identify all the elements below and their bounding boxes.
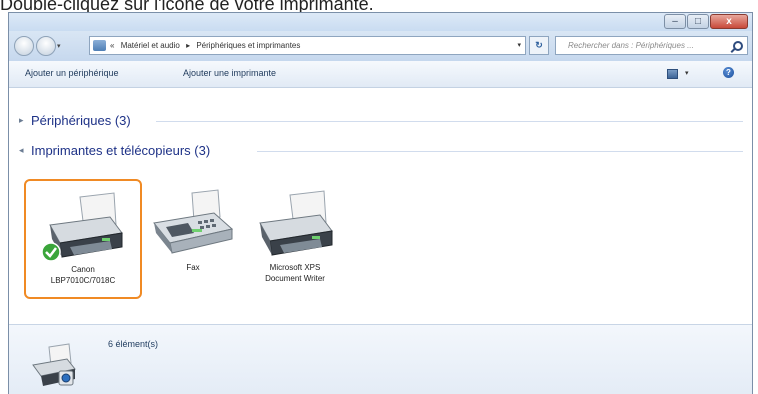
printer-name-line1: Microsoft XPS: [269, 263, 321, 272]
help-icon[interactable]: ?: [723, 67, 734, 78]
add-device-button[interactable]: Ajouter un périphérique: [25, 68, 119, 78]
printer-item-xps[interactable]: Microsoft XPS Document Writer: [236, 179, 354, 299]
breadcrumb-separator[interactable]: ▸: [186, 41, 190, 50]
printer-name: Canon LBP7010C/7018C: [26, 264, 140, 286]
printer-icon: [259, 190, 333, 256]
back-button[interactable]: [14, 36, 34, 56]
devices-printers-icon: [32, 343, 76, 386]
address-bar[interactable]: « Matériel et audio ▸ Périphériques et i…: [89, 36, 526, 55]
address-dropdown-icon[interactable]: ▾: [517, 37, 521, 54]
refresh-button[interactable]: ↻: [529, 36, 549, 55]
control-panel-icon: [93, 40, 106, 51]
group-label-printers: Imprimantes et télécopieurs (3): [31, 143, 211, 158]
printer-name-line1: Fax: [186, 263, 200, 272]
fax-icon: [153, 189, 234, 254]
views-icon[interactable]: [667, 69, 678, 79]
expand-arrow-icon[interactable]: ▸: [19, 115, 24, 126]
add-printer-button[interactable]: Ajouter une imprimante: [183, 68, 276, 78]
printer-item-canon[interactable]: Canon LBP7010C/7018C: [24, 179, 142, 299]
group-label-devices: Périphériques (3): [31, 113, 131, 128]
printer-name-line2: Document Writer: [265, 274, 325, 283]
minimize-button[interactable]: –: [664, 14, 686, 29]
close-button[interactable]: x: [710, 14, 748, 29]
maximize-button[interactable]: □: [687, 14, 709, 29]
printer-name-line1: Canon: [71, 265, 95, 274]
printer-name-line2: LBP7010C/7018C: [50, 276, 116, 285]
window-controls: – □ x: [663, 14, 748, 29]
views-dropdown-icon[interactable]: ▾: [685, 69, 689, 77]
recent-pages-dropdown-icon[interactable]: ▾: [57, 42, 61, 50]
group-divider: [257, 151, 743, 152]
breadcrumb-overflow[interactable]: «: [110, 41, 114, 50]
printer-item-fax[interactable]: Fax: [134, 179, 252, 299]
default-printer-check-icon: [41, 242, 61, 262]
group-header-printers[interactable]: ◂ Imprimantes et télécopieurs (3): [9, 143, 752, 159]
group-divider: [156, 121, 743, 122]
printer-name: Fax: [134, 262, 252, 273]
item-count: 6 élément(s): [108, 339, 159, 349]
breadcrumb-devices-printers[interactable]: Périphériques et imprimantes: [196, 41, 300, 50]
search-icon[interactable]: [733, 41, 743, 51]
address-row: ▾ « Matériel et audio ▸ Périphériques et…: [9, 31, 752, 61]
title-bar[interactable]: – □ x: [9, 13, 752, 31]
collapse-arrow-icon[interactable]: ◂: [19, 145, 24, 156]
breadcrumb-hardware-sound[interactable]: Matériel et audio: [121, 41, 180, 50]
forward-button[interactable]: [36, 36, 56, 56]
search-input[interactable]: Rechercher dans : Périphériques ...: [555, 36, 748, 55]
details-pane: 6 élément(s): [9, 324, 752, 394]
explorer-window: – □ x ▾ « Matériel et audio ▸ Périphériq…: [8, 12, 753, 394]
group-header-devices[interactable]: ▸ Périphériques (3): [9, 113, 752, 129]
search-placeholder: Rechercher dans : Périphériques ...: [568, 41, 694, 50]
printer-name: Microsoft XPS Document Writer: [236, 262, 354, 284]
command-bar: Ajouter un périphérique Ajouter une impr…: [9, 61, 752, 88]
